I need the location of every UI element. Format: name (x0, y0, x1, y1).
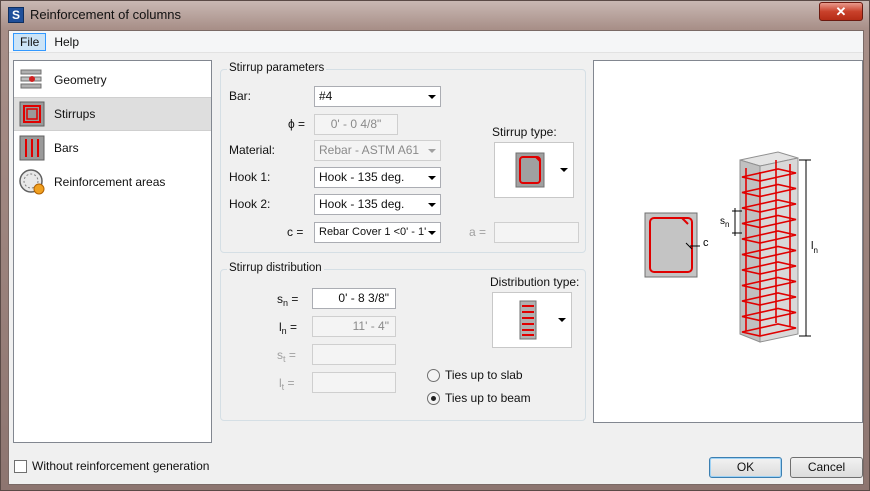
material-value: Rebar - ASTM A61 (319, 143, 420, 157)
c-label: c = (287, 225, 304, 239)
column-preview-drawing: c ln sn (644, 151, 818, 343)
distribution-type-icon (519, 300, 537, 340)
chevron-down-icon (428, 95, 436, 99)
app-icon: S (8, 7, 24, 23)
preview-c-label: c (703, 237, 709, 249)
menu-file[interactable]: File (13, 32, 47, 51)
hook2-value: Hook - 135 deg. (319, 197, 405, 211)
radio-ties-beam[interactable]: Ties up to beam (427, 391, 531, 405)
hook2-select[interactable]: Hook - 135 deg. (314, 194, 441, 215)
stirrup-type-label: Stirrup type: (492, 125, 557, 139)
without-generation-checkbox[interactable] (14, 459, 27, 473)
reinforcement-areas-icon (18, 168, 46, 196)
c-value: Rebar Cover 1 <0' - 1' (319, 226, 427, 238)
phi-label: ϕ = (288, 117, 306, 131)
st-field (312, 344, 396, 365)
nav-label-reinforcement-areas: Reinforcement areas (54, 175, 166, 189)
lt-field (312, 372, 396, 393)
st-label: st = (277, 348, 296, 364)
stirrup-distribution-title: Stirrup distribution (227, 262, 324, 274)
title-bar: S Reinforcement of columns ✕ (1, 1, 869, 29)
a-label: a = (469, 225, 487, 239)
menu-bar: File Help (9, 31, 863, 53)
preview-sn-label: sn (720, 216, 729, 229)
radio-ties-slab-circle[interactable] (427, 368, 440, 382)
stirrup-distribution-group: Stirrup distribution sn = 0' - 8 3/8" ln… (220, 262, 586, 421)
nav-item-geometry[interactable]: Geometry (14, 63, 211, 97)
bar-value: #4 (319, 89, 333, 103)
chevron-down-icon (428, 149, 436, 153)
hook1-select[interactable]: Hook - 135 deg. (314, 167, 441, 188)
radio-ties-slab-label: Ties up to slab (445, 368, 523, 382)
nav-item-reinforcement-areas[interactable]: Reinforcement areas (14, 165, 211, 199)
cancel-button[interactable]: Cancel (790, 457, 863, 478)
a-field (494, 222, 579, 243)
preview-panel: c ln sn (593, 60, 863, 423)
ln-field: 11' - 4" (312, 316, 396, 337)
chevron-down-icon (558, 318, 566, 322)
section-nav-list: Geometry Stirrups Bars Reinforcement are… (13, 60, 212, 443)
stirrup-type-icon (515, 152, 545, 188)
stirrup-type-select[interactable] (494, 142, 574, 198)
preview-ln-label: ln (811, 240, 818, 255)
without-generation-label: Without reinforcement generation (32, 459, 210, 473)
distribution-type-label: Distribution type: (490, 275, 580, 289)
lt-label: lt = (279, 376, 295, 392)
distribution-type-select[interactable] (492, 292, 572, 348)
sn-label: sn = (277, 292, 299, 308)
sn-field[interactable]: 0' - 8 3/8" (312, 288, 396, 309)
ln-label: ln = (279, 320, 298, 336)
geometry-icon (18, 66, 46, 94)
bar-select[interactable]: #4 (314, 86, 441, 107)
ok-button[interactable]: OK (709, 457, 782, 478)
chevron-down-icon (428, 176, 436, 180)
hook1-label: Hook 1: (229, 170, 271, 184)
nav-label-geometry: Geometry (54, 73, 107, 87)
close-button[interactable]: ✕ (819, 2, 863, 21)
chevron-down-icon (560, 168, 568, 172)
radio-ties-beam-circle[interactable] (427, 391, 440, 405)
radio-ties-beam-label: Ties up to beam (445, 391, 531, 405)
stirrup-parameters-group: Stirrup parameters Bar: #4 ϕ = 0' - 0 4/… (220, 62, 586, 253)
nav-label-bars: Bars (54, 141, 79, 155)
stirrup-parameters-title: Stirrup parameters (227, 62, 327, 74)
hook2-label: Hook 2: (229, 197, 271, 211)
nav-item-stirrups[interactable]: Stirrups (14, 97, 211, 131)
c-select[interactable]: Rebar Cover 1 <0' - 1' (314, 222, 441, 243)
phi-field: 0' - 0 4/8" (314, 114, 398, 135)
nav-item-bars[interactable]: Bars (14, 131, 211, 165)
chevron-down-icon (428, 231, 436, 235)
dialog-window: S Reinforcement of columns ✕ File Help G… (0, 0, 870, 491)
stirrups-icon (18, 100, 46, 128)
window-title: Reinforcement of columns (30, 7, 182, 22)
without-generation-row[interactable]: Without reinforcement generation (14, 459, 209, 473)
dialog-client-area: File Help Geometry Stirrups Bars Reinfor… (8, 30, 864, 485)
nav-label-stirrups: Stirrups (54, 107, 96, 121)
radio-ties-slab[interactable]: Ties up to slab (427, 368, 523, 382)
bar-label: Bar: (229, 89, 252, 103)
chevron-down-icon (428, 203, 436, 207)
hook1-value: Hook - 135 deg. (319, 170, 405, 184)
material-label: Material: (229, 143, 276, 157)
bars-icon (18, 134, 46, 162)
menu-help[interactable]: Help (47, 33, 86, 51)
material-select: Rebar - ASTM A61 (314, 140, 441, 161)
